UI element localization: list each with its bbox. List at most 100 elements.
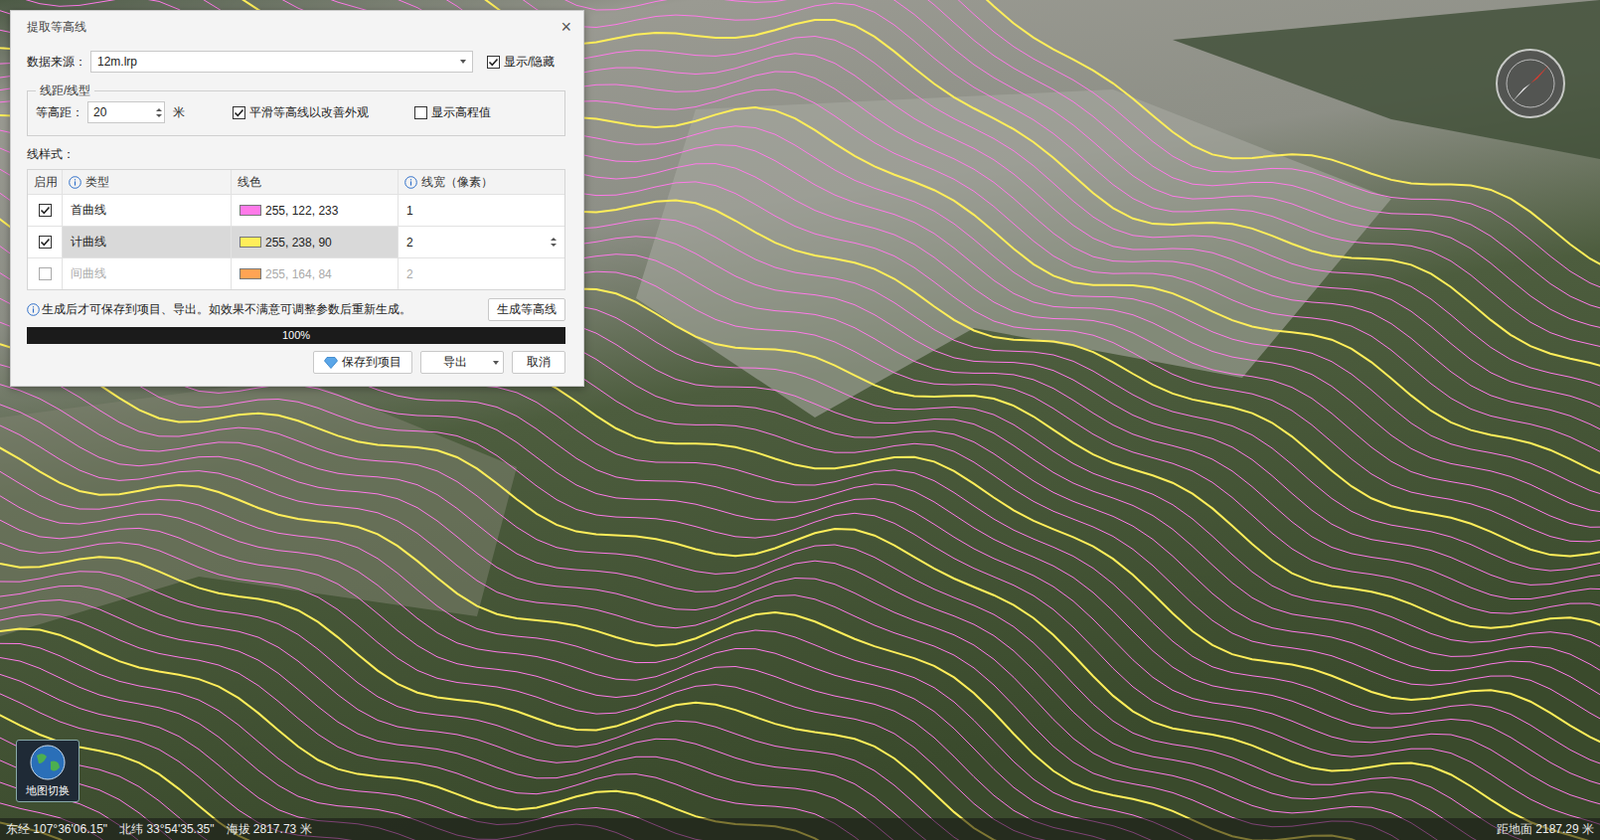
smooth-label: 平滑等高线以改善外观 — [249, 104, 369, 122]
table-row[interactable]: 计曲线255, 238, 902 — [27, 225, 565, 258]
elevation-checkbox[interactable]: 显示高程值 — [414, 104, 491, 122]
hint-text: 生成后才可保存到项目、导出。如效果不满意可调整参数后重新生成。 — [26, 301, 412, 319]
line-style-label: 线样式： — [26, 146, 566, 163]
contour-line — [0, 161, 1600, 711]
contour-line — [0, 418, 1600, 840]
contour-line — [0, 258, 1600, 794]
contour-line — [0, 0, 1600, 445]
contour-line — [0, 532, 1600, 840]
contour-dialog: 提取等高线 × 数据来源： 12m.lrp 显示/隐藏线距/线型等高距： 20 米 平滑等高线… — [9, 9, 585, 387]
map-switch-label: 地图切换 — [25, 783, 70, 799]
color-cell[interactable]: 255, 238, 90 — [230, 226, 398, 258]
progress-bar: 100% — [26, 326, 566, 344]
enable-cell — [27, 226, 62, 258]
contour-line — [0, 671, 1600, 840]
column-header: 启用 — [27, 169, 62, 194]
contour-line — [0, 0, 1600, 483]
source-value: 12m.lrp — [97, 54, 138, 69]
status-item: 东经 107°36'06.15" — [5, 820, 108, 838]
contour-line — [0, 614, 1600, 840]
interval-value: 20 — [93, 105, 107, 120]
contour-line — [0, 629, 1600, 840]
contour-line — [0, 657, 1600, 840]
dropdown-icon[interactable] — [492, 360, 499, 365]
contour-line — [0, 130, 1600, 664]
dialog-title: 提取等高线 — [26, 18, 87, 36]
toggle-checkbox[interactable]: 显示/隐藏 — [486, 53, 555, 71]
contour-line — [0, 555, 1600, 840]
width-cell[interactable]: 1 — [397, 194, 565, 226]
color-cell[interactable]: 255, 122, 233 — [230, 194, 398, 226]
type-cell: 间曲线 — [61, 258, 231, 290]
spacing-group: 线距/线型等高距： 20 米 平滑等高线以改善外观 显示高程值 — [26, 82, 566, 137]
column-header: 线色 — [230, 169, 398, 194]
type-cell: 计曲线 — [61, 226, 231, 258]
checkbox-icon[interactable] — [38, 235, 52, 249]
globe-icon — [28, 743, 67, 782]
smooth-checkbox[interactable]: 平滑等高线以改善外观 — [232, 104, 369, 122]
spinner-icon[interactable] — [156, 108, 162, 118]
contour-line — [0, 2, 1600, 527]
unit-label: 米 — [172, 104, 185, 122]
elevation-label: 显示高程值 — [431, 104, 491, 122]
generate-button[interactable]: 生成等高线 — [487, 298, 566, 321]
width-cell[interactable]: 2 — [397, 226, 565, 258]
enable-cell — [27, 194, 62, 226]
contour-line — [0, 773, 1600, 840]
type-cell: 首曲线 — [61, 194, 231, 226]
close-button[interactable]: × — [560, 17, 572, 36]
table-header: 启用类型线色线宽（像素） — [27, 169, 565, 194]
contour-line — [0, 0, 1600, 499]
source-select[interactable]: 12m.lrp — [90, 50, 474, 73]
dropdown-icon — [460, 59, 467, 64]
source-label: 数据来源： — [26, 53, 87, 71]
column-header: 类型 — [61, 169, 231, 194]
title-bar: 提取等高线 × — [10, 10, 584, 43]
contour-line — [0, 0, 1600, 513]
contour-line — [0, 816, 1600, 840]
contour-line — [0, 706, 1600, 840]
color-cell[interactable]: 255, 164, 84 — [230, 258, 398, 290]
diamond-icon — [323, 356, 338, 369]
contour-line — [0, 311, 1600, 836]
contour-line — [0, 378, 1600, 840]
contour-line — [0, 585, 1600, 840]
contour-line — [0, 795, 1600, 840]
action-button[interactable]: 取消 — [511, 350, 566, 374]
contour-line — [0, 0, 1600, 422]
contour-line — [0, 0, 1600, 399]
compass-icon[interactable] — [1493, 46, 1568, 121]
contour-line — [0, 571, 1600, 840]
width-cell[interactable]: 2 — [397, 258, 565, 290]
info-icon — [68, 175, 82, 189]
status-item: 海拔 2817.73 米 — [226, 820, 313, 838]
color-swatch — [239, 268, 262, 280]
info-icon — [404, 175, 418, 189]
map-switch-button[interactable]: 地图切换 — [15, 739, 80, 802]
contour-line — [0, 0, 1600, 466]
table-row[interactable]: 首曲线255, 122, 2331 — [27, 193, 565, 226]
contour-line — [0, 687, 1600, 840]
color-swatch — [239, 236, 262, 248]
map-view[interactable]: 地图切换东经 107°36'06.15" 北纬 33°54'35.35" 海拔 28… — [0, 0, 1600, 840]
contour-line — [0, 727, 1600, 840]
toggle-label: 显示/隐藏 — [503, 53, 555, 71]
action-button[interactable]: 保存到项目 — [313, 350, 413, 374]
group-title: 线距/线型 — [35, 82, 95, 100]
checkbox-icon[interactable] — [38, 203, 52, 217]
contour-line — [0, 483, 1600, 840]
checkbox-icon[interactable] — [38, 267, 52, 281]
contour-line — [0, 750, 1600, 840]
interval-input[interactable]: 20 — [87, 101, 165, 124]
interval-label: 等高距： — [35, 104, 84, 122]
action-button[interactable]: 导出 — [420, 350, 504, 374]
checkbox-icon — [414, 106, 428, 120]
spinner-icon[interactable] — [550, 237, 557, 247]
contour-line — [0, 335, 1600, 840]
progress-text: 100% — [26, 326, 566, 344]
status-bar: 东经 107°36'06.15" 北纬 33°54'35.35" 海拔 2817.7… — [0, 817, 1600, 840]
status-item: 北纬 33°54'35.35" — [119, 820, 214, 838]
enable-cell — [27, 258, 62, 290]
table-row[interactable]: 间曲线255, 164, 842 — [27, 257, 565, 290]
color-swatch — [239, 204, 262, 216]
